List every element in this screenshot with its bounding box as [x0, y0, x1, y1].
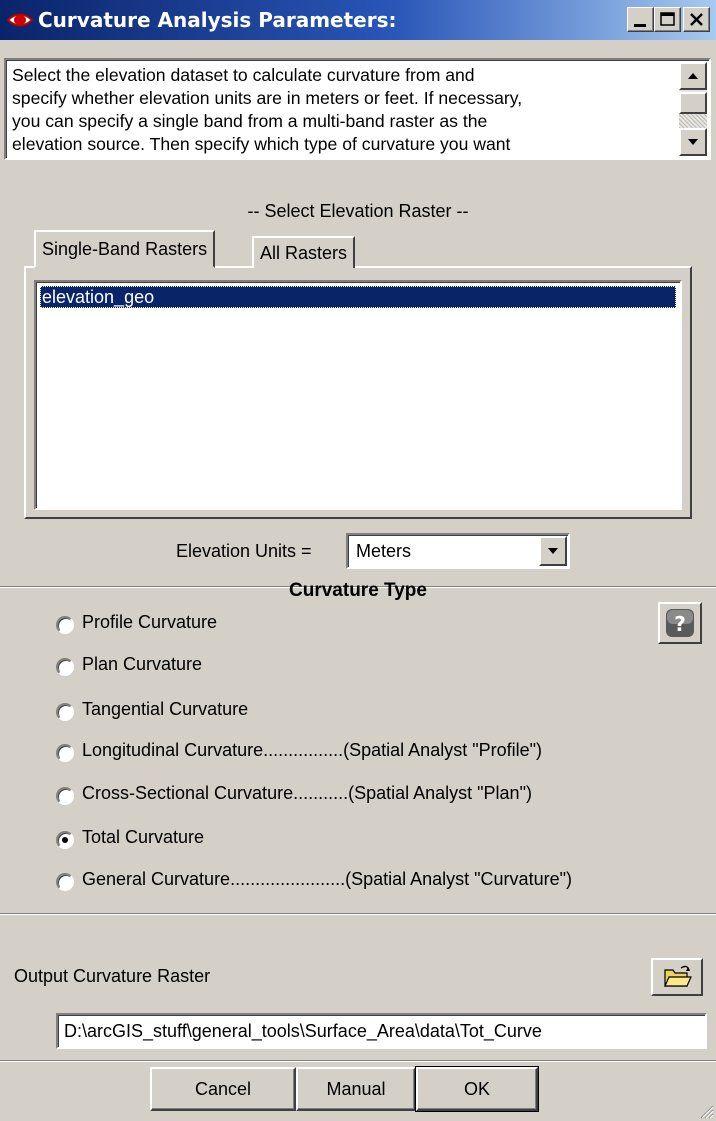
- help-button[interactable]: ?: [658, 602, 702, 644]
- select-raster-caption: -- Select Elevation Raster --: [247, 201, 469, 221]
- maximize-button[interactable]: [654, 7, 681, 32]
- arrow-down-icon: [688, 139, 698, 145]
- folder-open-icon: [664, 965, 692, 987]
- curvature-dialog: Curvature Analysis Parameters: Select th…: [0, 0, 716, 1121]
- maximize-icon: [660, 12, 675, 26]
- tab-single-band-rasters[interactable]: Single-Band Rasters: [34, 230, 216, 268]
- radio-label: Plan Curvature: [82, 654, 203, 674]
- radio-label: Cross-Sectional Curvature...........(Spa…: [82, 783, 532, 803]
- elevation-units-label: Elevation Units =: [176, 541, 312, 561]
- radio-checked-dot: [62, 837, 68, 843]
- output-path-value: D:\arcGIS_stuff\general_tools\Surface_Ar…: [64, 1021, 542, 1041]
- radio-label: Longitudinal Curvature................(S…: [82, 740, 542, 760]
- elevation-units-value: Meters: [356, 541, 412, 561]
- radio-button[interactable]: [56, 703, 74, 721]
- output-path-input[interactable]: D:\arcGIS_stuff\general_tools\Surface_Ar…: [56, 1013, 707, 1049]
- minimize-button[interactable]: [627, 7, 654, 32]
- close-button[interactable]: [683, 7, 710, 32]
- elevation-units-select[interactable]: Meters: [346, 533, 570, 569]
- radio-label: Tangential Curvature: [82, 699, 249, 719]
- scroll-track[interactable]: [679, 114, 707, 128]
- radio-button[interactable]: [56, 658, 74, 676]
- radio-label: Profile Curvature: [82, 612, 218, 632]
- list-item[interactable]: elevation_geo: [40, 286, 676, 308]
- scroll-up-button[interactable]: [679, 62, 707, 90]
- close-icon: [690, 13, 703, 26]
- scroll-down-button[interactable]: [679, 128, 707, 156]
- radio-button[interactable]: [56, 744, 74, 762]
- raster-list[interactable]: elevation_geo: [34, 280, 682, 510]
- app-eye-icon: [7, 13, 33, 27]
- title-bar[interactable]: Curvature Analysis Parameters:: [0, 0, 716, 40]
- radio-label: Total Curvature: [82, 827, 205, 847]
- radio-button[interactable]: [56, 873, 74, 891]
- output-raster-label: Output Curvature Raster: [14, 966, 211, 986]
- description-text: Select the elevation dataset to calculat…: [12, 65, 523, 154]
- elevation-units-dropdown-button[interactable]: [539, 536, 567, 566]
- cancel-button[interactable]: Cancel: [150, 1067, 296, 1111]
- description-scrollbar[interactable]: [679, 62, 707, 156]
- radio-button-checked[interactable]: [56, 831, 74, 849]
- resize-grip-icon[interactable]: [698, 1103, 714, 1119]
- divider: [0, 913, 716, 915]
- radio-label: General Curvature.......................…: [82, 869, 572, 889]
- chevron-down-icon: [548, 548, 558, 554]
- curvature-type-title: Curvature Type: [289, 580, 427, 601]
- manual-button[interactable]: Manual: [296, 1067, 416, 1111]
- arrow-up-icon: [688, 73, 698, 79]
- svg-text:?: ?: [674, 612, 686, 636]
- ok-button[interactable]: OK: [415, 1066, 539, 1112]
- tab-all-rasters[interactable]: All Rasters: [252, 236, 356, 268]
- divider: [0, 1060, 716, 1062]
- window-title: Curvature Analysis Parameters:: [38, 8, 397, 32]
- help-icon: ?: [666, 609, 694, 637]
- browse-button[interactable]: [651, 958, 703, 996]
- scroll-thumb[interactable]: [679, 92, 707, 114]
- description-box[interactable]: Select the elevation dataset to calculat…: [4, 58, 711, 160]
- radio-button[interactable]: [56, 616, 74, 634]
- minimize-icon: [634, 24, 646, 27]
- radio-button[interactable]: [56, 787, 74, 805]
